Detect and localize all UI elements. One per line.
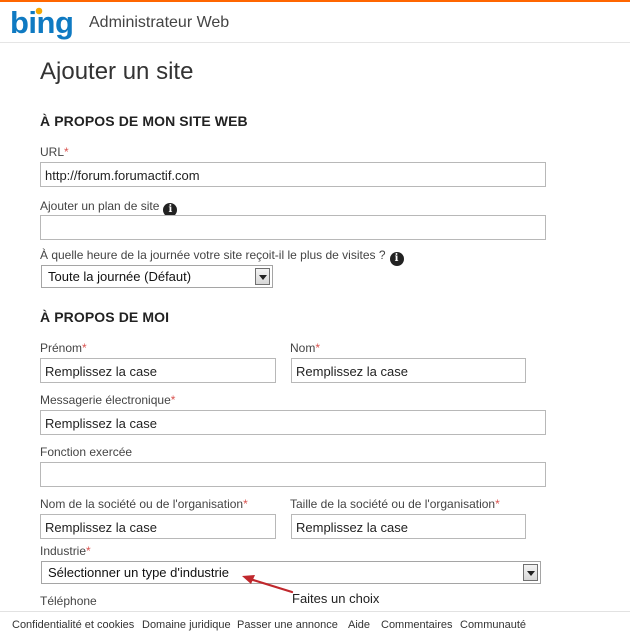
firstname-label: Prénom* xyxy=(40,341,87,355)
peak-visits-label: À quelle heure de la journée votre site … xyxy=(40,248,404,266)
info-icon[interactable]: i xyxy=(389,252,404,266)
company-size-label: Taille de la société ou de l'organisatio… xyxy=(290,497,500,511)
firstname-input[interactable]: Remplissez la case xyxy=(40,358,276,383)
phone-label: Téléphone xyxy=(40,594,97,608)
chevron-down-icon[interactable] xyxy=(255,268,270,285)
footer-link-feedback[interactable]: Commentaires xyxy=(381,619,453,631)
company-label: Nom de la société ou de l'organisation* xyxy=(40,497,248,511)
job-input[interactable] xyxy=(40,462,546,487)
url-label: URL* xyxy=(40,145,69,159)
peak-visits-selected: Toute la journée (Défaut) xyxy=(48,269,192,284)
company-input[interactable]: Remplissez la case xyxy=(40,514,276,539)
email-input[interactable]: Remplissez la case xyxy=(40,410,546,435)
url-input[interactable]: http://forum.forumactif.com xyxy=(40,162,546,187)
industry-label: Industrie* xyxy=(40,544,91,558)
top-bar: bing Administrateur Web xyxy=(0,0,630,43)
footer: Confidentialité et cookies Domaine jurid… xyxy=(0,611,630,634)
bing-logo[interactable]: bing xyxy=(10,6,82,40)
lastname-input[interactable]: Remplissez la case xyxy=(291,358,526,383)
industry-selected: Sélectionner un type d'industrie xyxy=(48,565,229,580)
sitemap-input[interactable] xyxy=(40,215,546,240)
app-title: Administrateur Web xyxy=(89,14,230,31)
annotation-text: Faites un choix xyxy=(292,591,380,606)
footer-link-community[interactable]: Communauté xyxy=(460,619,526,631)
email-label: Messagerie électronique* xyxy=(40,393,176,407)
company-size-input[interactable]: Remplissez la case xyxy=(291,514,526,539)
footer-link-help[interactable]: Aide xyxy=(348,619,370,631)
footer-link-privacy[interactable]: Confidentialité et cookies xyxy=(12,619,134,631)
chevron-down-icon[interactable] xyxy=(523,564,538,581)
section-heading-site: À PROPOS DE MON SITE WEB xyxy=(40,113,248,129)
section-heading-me: À PROPOS DE MOI xyxy=(40,309,170,325)
annotation-arrow-icon xyxy=(242,575,294,594)
lastname-label: Nom* xyxy=(290,341,321,355)
job-label: Fonction exercée xyxy=(40,445,133,459)
page-title: Ajouter un site xyxy=(40,58,194,85)
footer-link-advertise[interactable]: Passer une annonce xyxy=(237,619,338,631)
peak-visits-select[interactable]: Toute la journée (Défaut) xyxy=(41,265,273,288)
footer-link-legal[interactable]: Domaine juridique xyxy=(142,619,231,631)
